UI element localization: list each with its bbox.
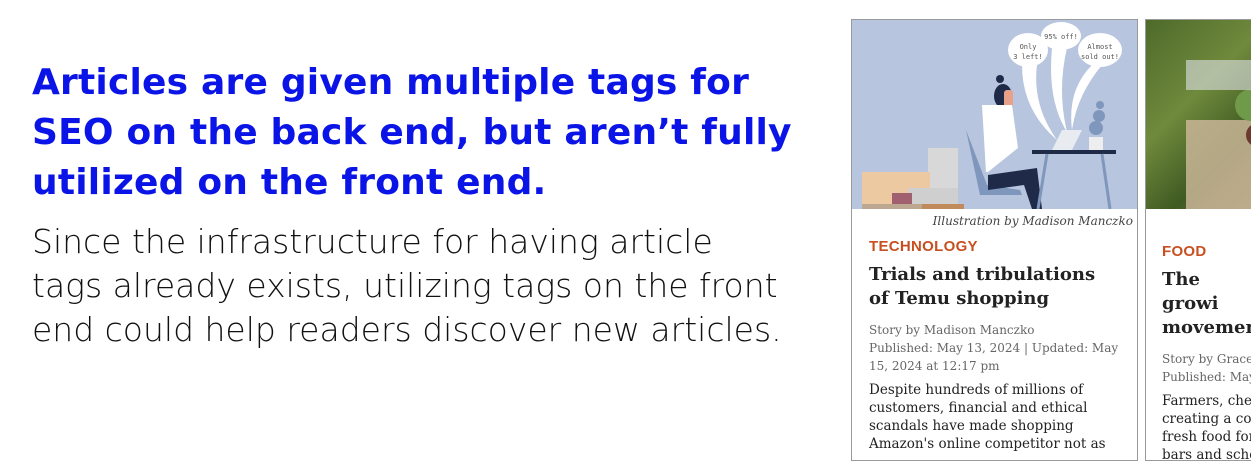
article-byline: Story by Grace [1162, 352, 1251, 366]
article-byline: Story by Madison Manczko [869, 323, 1035, 337]
svg-text:95% off!: 95% off! [1044, 33, 1078, 41]
svg-text:3 left!: 3 left! [1013, 53, 1043, 61]
article-photo [1146, 20, 1251, 209]
slide-body-text: Since the infrastructure for having arti… [32, 222, 782, 349]
article-summary: Despite hundreds of millions of customer… [869, 382, 1106, 452]
article-summary: Farmers, chef creating a con fresh food … [1162, 393, 1251, 461]
slide-headline: Articles are given multiple tags for SEO… [32, 62, 792, 203]
article-dates: Published: May 13, 2024 | Updated: May 1… [869, 341, 1119, 373]
article-card-technology[interactable]: Only 3 left! 95% off! Almost sold out! I… [851, 19, 1138, 461]
svg-text:Almost: Almost [1087, 43, 1112, 51]
article-title-text: The growi movemen [1162, 269, 1251, 338]
svg-text:Only: Only [1020, 43, 1037, 51]
article-title[interactable]: The growi movemen [1146, 268, 1251, 340]
article-card-food[interactable]: FOOD The growi movemen Story by Grace Pu… [1145, 19, 1251, 461]
article-dates: Published: May [1162, 370, 1251, 384]
article-title[interactable]: Trials and tribulations of Temu shopping [852, 263, 1137, 311]
image-caption: Illustration by Madison Manczko [932, 214, 1133, 228]
article-illustration: Only 3 left! 95% off! Almost sold out! [852, 20, 1137, 209]
svg-text:sold out!: sold out! [1081, 53, 1119, 61]
category-tag[interactable]: FOOD [1146, 243, 1251, 260]
category-tag[interactable]: TECHNOLOGY [852, 238, 1137, 255]
